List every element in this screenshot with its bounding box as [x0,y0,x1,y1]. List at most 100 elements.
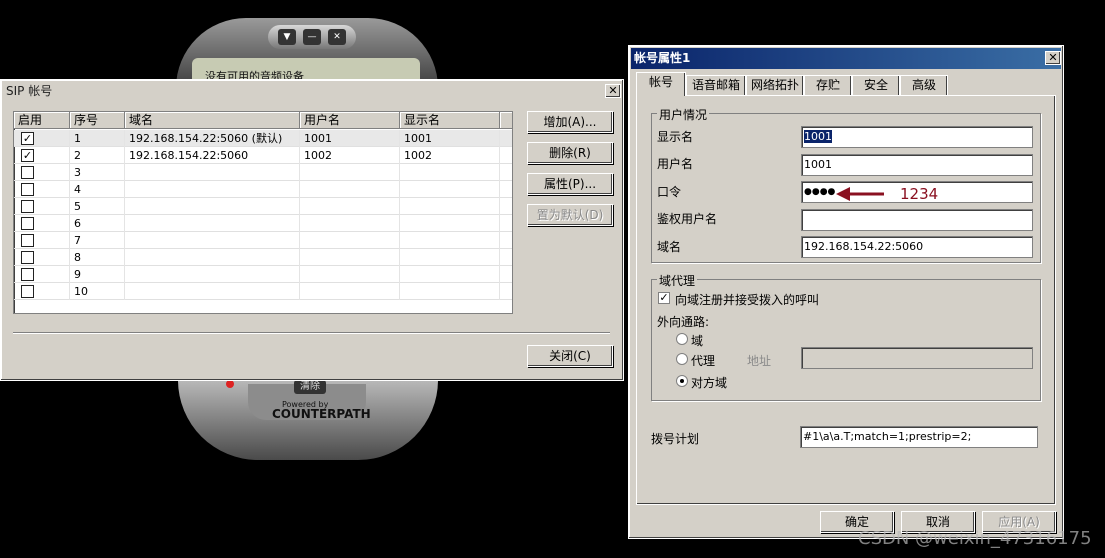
username-cell [300,283,400,300]
tab-voicemail[interactable]: 语音邮箱 [686,75,746,95]
auth-username-field[interactable] [801,209,1033,231]
close-icon[interactable]: ✕ [1045,51,1061,65]
menu-down-icon[interactable]: ▼ [278,29,296,45]
close-icon[interactable]: ✕ [605,84,621,98]
clear-button[interactable]: 清除 [294,380,326,394]
add-button[interactable]: 增加(A)... [527,111,613,133]
auth-username-label: 鉴权用户名 [657,212,718,226]
radio-domain-label: 域 [691,334,704,348]
minimize-icon[interactable]: — [303,29,321,45]
register-checkbox[interactable]: ✓ [658,292,670,304]
tab-account[interactable]: 帐号 [636,72,686,96]
table-row[interactable]: 5 [14,198,512,215]
enabled-cell: ✓ [14,130,70,147]
led-icon [226,380,234,388]
index-cell: 2 [70,147,125,164]
tab-advanced[interactable]: 高级 [900,75,948,95]
display-name-cell [400,181,500,198]
set-default-button[interactable]: 置为默认(D) [527,204,613,226]
enabled-cell: ✓ [14,147,70,164]
display-name-cell [400,249,500,266]
dial-plan-field[interactable]: #1\a\a.T;match=1;prestrip=2; [800,426,1038,448]
enabled-checkbox[interactable] [21,285,34,298]
brand-logo: COUNTERPATH [272,407,371,421]
column-header[interactable]: 启用 [14,112,70,129]
table-row[interactable]: 8 [14,249,512,266]
table-row[interactable]: 6 [14,215,512,232]
table-row[interactable]: 3 [14,164,512,181]
index-cell: 1 [70,130,125,147]
username-cell: 1001 [300,130,400,147]
enabled-checkbox[interactable] [21,183,34,196]
group-title: 用户情况 [657,106,710,123]
username-cell [300,266,400,283]
password-label: 口令 [657,185,682,199]
domain-cell [125,266,300,283]
tab-storage[interactable]: 存贮 [804,75,852,95]
domain-cell [125,283,300,300]
enabled-cell [14,249,70,266]
username-cell [300,198,400,215]
column-header-filler [500,112,512,129]
index-cell: 5 [70,198,125,215]
enabled-checkbox[interactable]: ✓ [21,149,34,162]
domain-cell [125,181,300,198]
display-name-cell [400,232,500,249]
table-row[interactable]: 10 [14,283,512,300]
tab-topology[interactable]: 网络拓扑 [746,75,804,95]
outbound-label: 外向通路: [657,315,710,329]
password-annotation: 1234 [900,185,939,203]
username-cell [300,232,400,249]
enabled-checkbox[interactable] [21,234,34,247]
enabled-cell [14,215,70,232]
enabled-checkbox[interactable] [21,251,34,264]
tab-security[interactable]: 安全 [852,75,900,95]
enabled-checkbox[interactable]: ✓ [21,132,34,145]
radio-target-domain[interactable] [676,375,688,387]
table-row[interactable]: 9 [14,266,512,283]
column-header[interactable]: 显示名 [400,112,500,129]
register-label: 向域注册并接受拨入的呼叫 [675,293,820,307]
enabled-checkbox[interactable] [21,268,34,281]
enabled-checkbox[interactable] [21,166,34,179]
close-button[interactable]: 关闭(C) [527,345,613,367]
enabled-cell [14,283,70,300]
domain-cell: 192.168.154.22:5060 (默认) [125,130,300,147]
dial-plan-label: 拨号计划 [651,432,700,446]
table-row[interactable]: ✓ 2 192.168.154.22:5060 1002 1002 [14,147,512,164]
domain-cell [125,164,300,181]
domain-label: 域名 [657,240,682,254]
properties-button[interactable]: 属性(P)... [527,173,613,195]
username-cell [300,181,400,198]
radio-proxy[interactable] [676,353,688,365]
table-row[interactable]: 4 [14,181,512,198]
display-name-cell [400,164,500,181]
enabled-checkbox[interactable] [21,217,34,230]
window-title: 帐号属性1 [631,48,1061,69]
domain-field[interactable]: 192.168.154.22:5060 [801,236,1033,258]
radio-target-domain-label: 对方域 [691,376,728,390]
proxy-address-field[interactable] [801,347,1033,369]
radio-domain[interactable] [676,333,688,345]
display-name-cell [400,215,500,232]
display-name-cell: 1001 [400,130,500,147]
index-cell: 8 [70,249,125,266]
display-name-field[interactable]: 1001 [801,126,1033,148]
index-cell: 9 [70,266,125,283]
close-icon[interactable]: ✕ [328,29,346,45]
domain-cell [125,232,300,249]
enabled-checkbox[interactable] [21,200,34,213]
display-name-cell [400,283,500,300]
table-row[interactable]: ✓ 1 192.168.154.22:5060 (默认) 1001 1001 [14,130,512,147]
column-header[interactable]: 用户名 [300,112,400,129]
index-cell: 6 [70,215,125,232]
index-cell: 4 [70,181,125,198]
accounts-table: 启用 序号 域名 用户名 显示名 ✓ 1 192.168.154.22:5060 (… [13,111,513,314]
column-header[interactable]: 序号 [70,112,125,129]
separator [13,332,610,334]
delete-button[interactable]: 删除(R) [527,142,613,164]
display-name-value: 1001 [804,130,832,143]
table-row[interactable]: 7 [14,232,512,249]
username-field[interactable]: 1001 [801,154,1033,176]
column-header[interactable]: 域名 [125,112,300,129]
